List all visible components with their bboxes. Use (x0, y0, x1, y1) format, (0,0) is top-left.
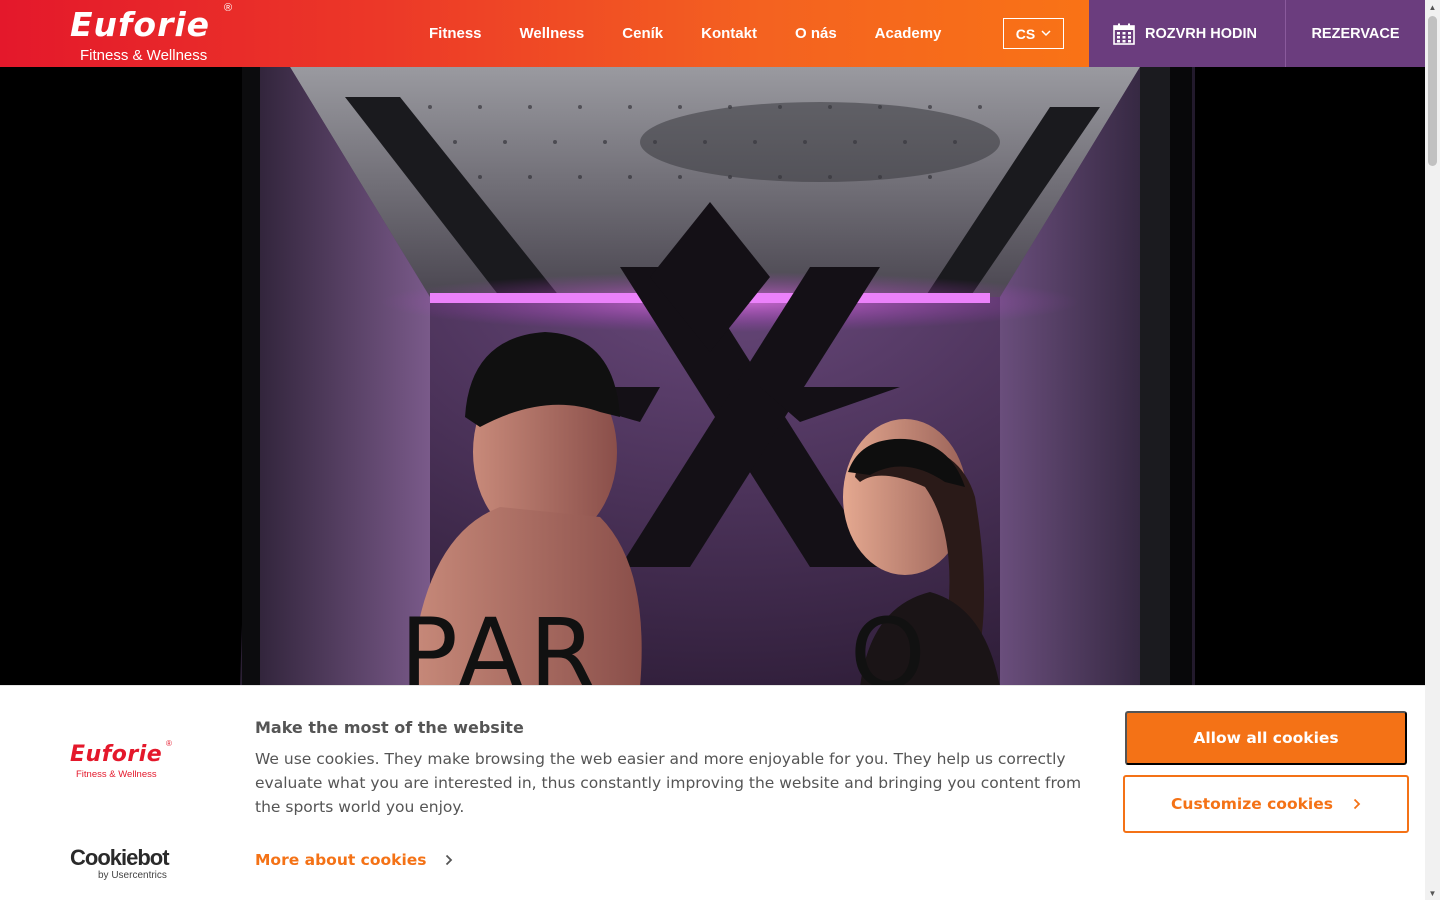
main-nav: Fitness Wellness Ceník Kontakt O nás Aca… (429, 0, 979, 67)
schedule-button[interactable]: ROZVRH HODIN (1089, 0, 1286, 67)
cookie-consent-banner: Euforie ® Fitness & Wellness Cookiebot b… (0, 685, 1425, 900)
language-selector[interactable]: CS (1003, 18, 1064, 49)
page-scrollbar[interactable]: ▲ ▼ (1425, 0, 1440, 900)
customize-cookies-label: Customize cookies (1171, 795, 1333, 813)
nav-item-fitness[interactable]: Fitness (429, 25, 482, 42)
cookie-banner-description: We use cookies. They make browsing the w… (255, 750, 1082, 816)
language-selector-value: CS (1015, 25, 1036, 42)
nav-item-contact[interactable]: Kontakt (701, 25, 757, 42)
cookiebot-wordmark: Cookiebot (70, 845, 170, 870)
cookie-banner-logo-registered-mark: ® (166, 739, 172, 748)
nav-item-pricing[interactable]: Ceník (622, 25, 663, 42)
cookie-banner-title: Make the most of the website (255, 718, 524, 737)
schedule-button-label: ROZVRH HODIN (1145, 25, 1257, 42)
cookie-banner-brand-logo: Euforie ® Fitness & Wellness (70, 739, 180, 782)
customize-cookies-button[interactable]: Customize cookies (1123, 775, 1409, 833)
more-about-cookies-link[interactable]: More about cookies (255, 851, 453, 869)
cookiebot-byline: by Usercentrics (98, 870, 167, 881)
more-about-cookies-label: More about cookies (255, 851, 427, 869)
scrollbar-thumb[interactable] (1428, 16, 1437, 166)
brand-logo-wordmark: Euforie (70, 5, 211, 44)
nav-item-wellness[interactable]: Wellness (520, 25, 585, 42)
reservation-button-label: REZERVACE (1311, 25, 1400, 42)
hero-image: PAR O (0, 67, 1425, 687)
reservation-button[interactable]: REZERVACE (1286, 0, 1425, 67)
nav-item-about[interactable]: O nás (795, 25, 837, 42)
header-action-bar: ROZVRH HODIN REZERVACE (1089, 0, 1425, 67)
hero-glass-lettering-right: O (850, 598, 926, 687)
hero-glass-lettering: PAR (400, 598, 602, 687)
site-header: Euforie ® Fitness & Wellness Fitness Wel… (0, 0, 1425, 67)
scroll-down-arrow-icon[interactable]: ▼ (1425, 886, 1440, 900)
chevron-down-icon (1041, 30, 1051, 37)
hero-illustration: PAR O (0, 67, 1425, 687)
allow-all-cookies-button[interactable]: Allow all cookies (1125, 711, 1407, 765)
calendar-icon (1113, 23, 1135, 45)
chevron-right-icon (445, 854, 452, 866)
cookiebot-logo[interactable]: Cookiebot by Usercentrics (70, 846, 180, 882)
cookie-banner-logo-wordmark: Euforie (70, 742, 163, 767)
header-main-bar: Euforie ® Fitness & Wellness Fitness Wel… (0, 0, 1089, 67)
brand-tagline: Fitness & Wellness (80, 47, 208, 64)
chevron-right-icon (1353, 798, 1361, 810)
scroll-up-arrow-icon[interactable]: ▲ (1425, 0, 1440, 14)
brand-logo[interactable]: Euforie ® Fitness & Wellness (70, 2, 240, 64)
brand-registered-mark: ® (224, 2, 233, 14)
nav-item-academy[interactable]: Academy (875, 25, 942, 42)
cookie-banner-logo-tagline: Fitness & Wellness (76, 769, 157, 780)
